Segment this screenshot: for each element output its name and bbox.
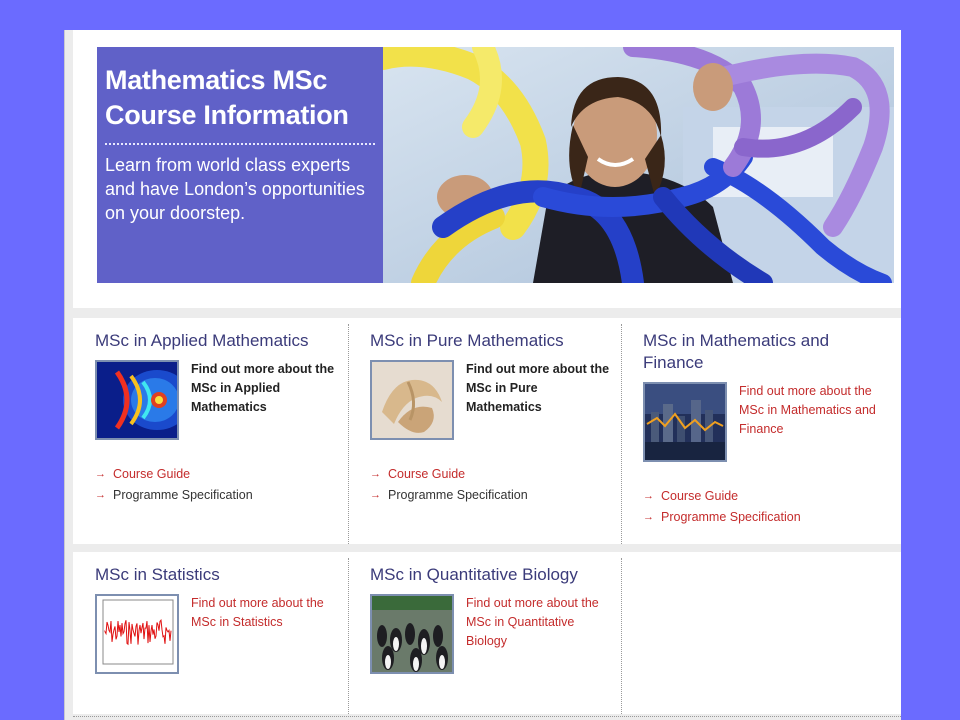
course-title-pure-mathematics[interactable]: MSc in Pure Mathematics <box>370 330 611 352</box>
arrow-right-icon: → <box>95 468 106 480</box>
hero-title-line-1: Mathematics MSc <box>105 65 328 95</box>
course-card-quantitative-biology: MSc in Quantitative Biology Find out mor… <box>348 552 621 714</box>
applied-mathematics-thumbnail[interactable] <box>95 360 179 440</box>
find-out-more-quantitative-biology[interactable]: Find out more about the MSc in Quantitat… <box>466 594 611 651</box>
find-out-more-statistics[interactable]: Find out more about the MSc in Statistic… <box>191 594 338 632</box>
arrow-right-icon: → <box>370 468 381 480</box>
course-guide-label: Course Guide <box>661 489 739 503</box>
column-divider <box>621 558 622 714</box>
mathematics-and-finance-thumbnail[interactable] <box>643 382 727 462</box>
course-guide-label: Course Guide <box>388 467 466 481</box>
course-title-quantitative-biology[interactable]: MSc in Quantitative Biology <box>370 564 611 586</box>
course-card-statistics: MSc in Statistics Find out more about th… <box>73 552 348 714</box>
arrow-right-icon: → <box>370 489 381 501</box>
programme-specification-link-mathematics-and-finance[interactable]: → Programme Specification <box>643 507 891 528</box>
course-row-1: MSc in Applied Mathematics Find out more <box>73 318 901 544</box>
course-guide-link-applied-mathematics[interactable]: → Course Guide <box>95 464 338 485</box>
course-card-pure-mathematics: MSc in Pure Mathematics Find out more ab… <box>348 318 621 544</box>
programme-specification-label: Programme Specification <box>113 488 253 502</box>
course-title-statistics[interactable]: MSc in Statistics <box>95 564 338 586</box>
course-card-mathematics-and-finance: MSc in Mathematics and Finance Find out … <box>621 318 901 544</box>
hero-banner: Mathematics MSc Course Information Learn… <box>97 47 894 283</box>
pure-mathematics-thumbnail[interactable] <box>370 360 454 440</box>
hero-balloon-photo <box>383 47 894 283</box>
statistics-thumbnail[interactable] <box>95 594 179 674</box>
course-title-mathematics-and-finance[interactable]: MSc in Mathematics and Finance <box>643 330 891 374</box>
hero-title: Mathematics MSc Course Information <box>105 63 375 133</box>
quantitative-biology-thumbnail[interactable] <box>370 594 454 674</box>
course-guide-label: Course Guide <box>113 467 191 481</box>
hero-text-panel: Mathematics MSc Course Information Learn… <box>97 47 383 283</box>
arrow-right-icon: → <box>643 490 654 502</box>
programme-specification-link-pure-mathematics[interactable]: → Programme Specification <box>370 485 611 506</box>
arrow-right-icon: → <box>95 489 106 501</box>
find-out-more-pure-mathematics[interactable]: Find out more about the MSc in Pure Math… <box>466 360 611 417</box>
course-card-applied-mathematics: MSc in Applied Mathematics Find out more <box>73 318 348 544</box>
programme-specification-link-applied-mathematics[interactable]: → Programme Specification <box>95 485 338 506</box>
find-out-more-applied-mathematics[interactable]: Find out more about the MSc in Applied M… <box>191 360 338 417</box>
arrow-right-icon: → <box>643 511 654 523</box>
programme-specification-label: Programme Specification <box>388 488 528 502</box>
programme-specification-label: Programme Specification <box>661 510 801 524</box>
hero-divider <box>105 143 375 145</box>
course-row-2: MSc in Statistics Find out more about th… <box>73 552 901 714</box>
hero-subtitle: Learn from world class experts and have … <box>105 155 365 223</box>
course-title-applied-mathematics[interactable]: MSc in Applied Mathematics <box>95 330 338 352</box>
course-guide-link-pure-mathematics[interactable]: → Course Guide <box>370 464 611 485</box>
hero-section: Mathematics MSc Course Information Learn… <box>73 30 901 308</box>
find-out-more-mathematics-and-finance[interactable]: Find out more about the MSc in Mathemati… <box>739 382 891 439</box>
hero-title-line-2: Course Information <box>105 100 349 130</box>
page-container: Mathematics MSc Course Information Learn… <box>64 30 901 720</box>
course-guide-link-mathematics-and-finance[interactable]: → Course Guide <box>643 486 891 507</box>
bottom-divider <box>73 716 901 717</box>
